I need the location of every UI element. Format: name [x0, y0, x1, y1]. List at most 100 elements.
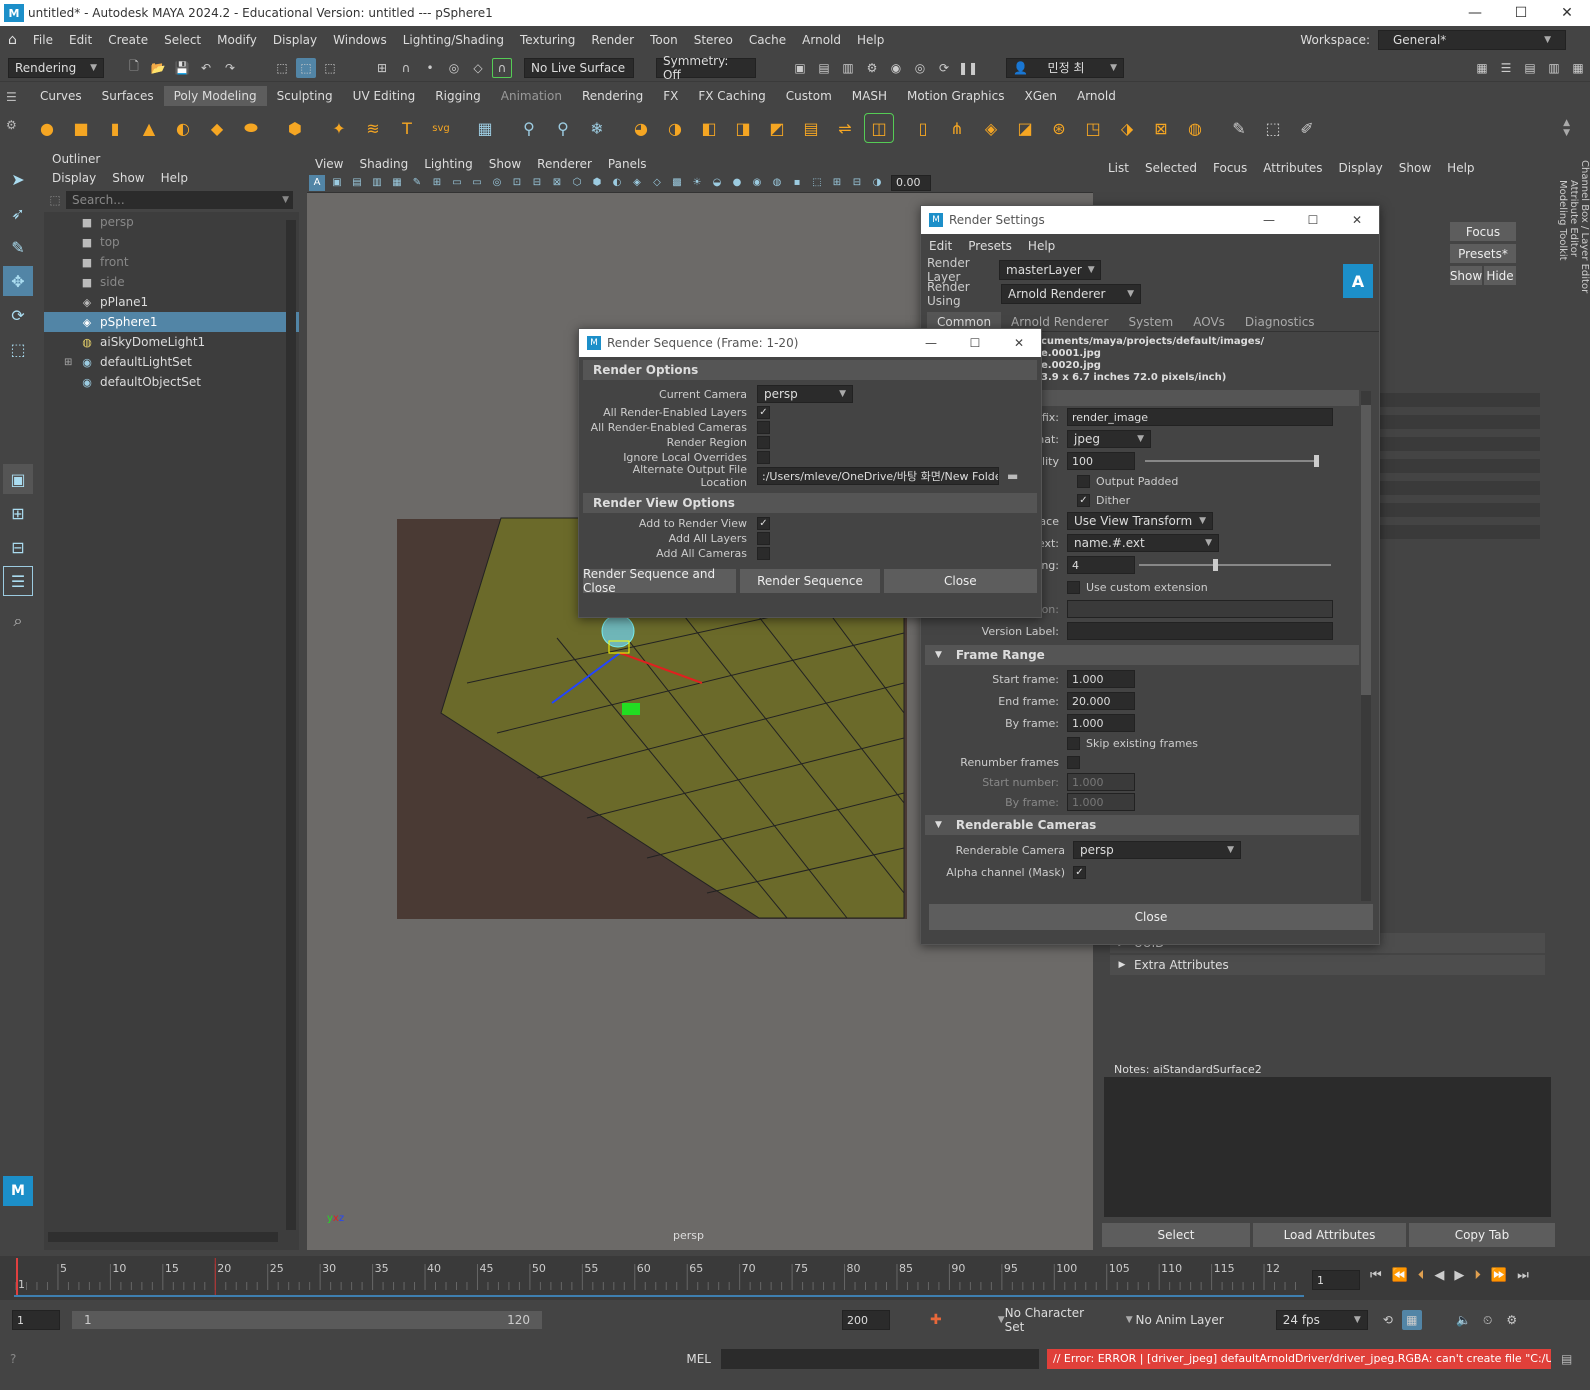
smooth-icon[interactable]: ◕	[626, 113, 656, 143]
outliner-item[interactable]: ◍ aiSkyDomeLight1	[44, 332, 299, 352]
side-tab-modeling-toolkit[interactable]: Modeling Toolkit	[1557, 180, 1568, 280]
outliner-item[interactable]: ◈ pPlane1	[44, 292, 299, 312]
shelf-tab-curves[interactable]: Curves	[30, 86, 92, 106]
menu-display[interactable]: Display	[265, 33, 325, 47]
command-result-error[interactable]: // Error: ERROR | [driver_jpeg] defaultA…	[1047, 1349, 1551, 1369]
menuset-dropdown[interactable]: Rendering ▼	[8, 57, 104, 78]
menu-render[interactable]: Render	[583, 33, 642, 47]
ae-slider-row[interactable]	[1360, 525, 1540, 539]
ae-menu-attributes[interactable]: Attributes	[1255, 155, 1330, 181]
minimize-button[interactable]: —	[1452, 5, 1498, 21]
alpha-checkbox[interactable]: ✓	[1073, 865, 1086, 879]
rs-tab-aovs[interactable]: AOVs	[1183, 312, 1235, 332]
two-view-icon[interactable]: ⊟	[3, 532, 33, 562]
extension-field[interactable]	[1067, 600, 1333, 618]
field-chart-icon[interactable]: ⊡	[509, 175, 525, 191]
load-attributes-button[interactable]: Load Attributes	[1253, 1223, 1406, 1247]
step-forward-key-icon[interactable]: ⏩	[1491, 1268, 1507, 1283]
xray-joints-icon[interactable]: ⊞	[829, 175, 845, 191]
xray-icon[interactable]: ◇	[649, 175, 665, 191]
shelf-tab-poly-modeling[interactable]: Poly Modeling	[163, 86, 267, 106]
scale-tool-icon[interactable]: ⬚	[3, 334, 33, 364]
ae-section-extra[interactable]: ▶ Extra Attributes	[1110, 955, 1545, 975]
rs-menu-edit[interactable]: Edit	[921, 239, 960, 253]
vp-menu-lighting[interactable]: Lighting	[416, 155, 481, 173]
rs-scrollbar[interactable]	[1361, 391, 1371, 901]
select-tool-icon[interactable]: ➤	[3, 164, 33, 194]
snap-curve-icon[interactable]: ∩	[396, 58, 416, 78]
home-icon[interactable]: ⌂	[0, 32, 25, 48]
current-camera-dropdown[interactable]: persp ▼	[757, 385, 853, 403]
poly-sphere-icon[interactable]: ●	[32, 113, 62, 143]
render-settings-icon[interactable]: ⚙	[862, 58, 882, 78]
prev-key-icon[interactable]: ⏴	[1418, 1268, 1425, 1283]
outliner-item[interactable]: ◈ pSphere1	[44, 312, 299, 332]
quadrangulate-icon[interactable]: ◍	[1180, 113, 1210, 143]
render-view-icon[interactable]: ▣	[790, 58, 810, 78]
shelf-tab-custom[interactable]: Custom	[776, 86, 842, 106]
menu-edit[interactable]: Edit	[61, 33, 100, 47]
rs-tab-diagnostics[interactable]: Diagnostics	[1235, 312, 1325, 332]
play-forward-icon[interactable]: ▶	[1454, 1268, 1464, 1283]
outliner-menu-show[interactable]: Show	[104, 171, 152, 185]
antialias-icon[interactable]: ◍	[769, 175, 785, 191]
shelf-tab-mash[interactable]: MASH	[842, 86, 897, 106]
script-editor-icon[interactable]: ▤	[1561, 1352, 1572, 1366]
separate-icon[interactable]: ⚲	[548, 113, 578, 143]
rotate-tool-icon[interactable]: ⟳	[3, 300, 33, 330]
platonic-icon[interactable]: ⬢	[280, 113, 310, 143]
poly-plane-icon[interactable]: ◆	[202, 113, 232, 143]
frame-ext-dropdown[interactable]: name.#.ext ▼	[1067, 534, 1219, 552]
menu-create[interactable]: Create	[100, 33, 156, 47]
padding-field[interactable]: 4	[1067, 556, 1135, 574]
expand-icon[interactable]: ⊞	[64, 357, 80, 368]
ignore-overrides-checkbox[interactable]	[757, 451, 770, 464]
outliner-item[interactable]: ◉ defaultObjectSet	[44, 372, 299, 392]
command-input[interactable]	[721, 1349, 1039, 1369]
rs-close-button[interactable]: Close	[929, 904, 1373, 930]
output-padded-checkbox[interactable]	[1077, 475, 1090, 488]
renumber-checkbox[interactable]	[1067, 755, 1080, 769]
key-icon[interactable]: ✚	[930, 1312, 942, 1328]
bookmark-icon[interactable]: ▤	[349, 175, 365, 191]
shelf-tab-uv-editing[interactable]: UV Editing	[343, 86, 426, 106]
range-slider[interactable]: 1 120	[72, 1311, 542, 1329]
render-options-section[interactable]: Render Options	[583, 360, 1037, 380]
start-time-field[interactable]: 1	[12, 1310, 60, 1330]
renderable-camera-dropdown[interactable]: persp ▼	[1073, 841, 1241, 859]
poly-cone-icon[interactable]: ▲	[134, 113, 164, 143]
hypershade-icon[interactable]: ◉	[886, 58, 906, 78]
layout-icon[interactable]: ▦	[1472, 58, 1492, 78]
ae-menu-show[interactable]: Show	[1391, 155, 1439, 181]
render-sequence-button[interactable]: Render Sequence	[740, 569, 880, 593]
menu-windows[interactable]: Windows	[325, 33, 395, 47]
workspace-dropdown[interactable]: General* ▼	[1378, 30, 1566, 50]
ae-menu-help[interactable]: Help	[1439, 155, 1482, 181]
safe-action-icon[interactable]: ⊟	[529, 175, 545, 191]
minimize-button[interactable]: —	[909, 336, 953, 350]
shelf-tab-animation[interactable]: Animation	[491, 86, 572, 106]
select-camera-icon[interactable]: A	[309, 174, 325, 191]
outliner-scrollbar[interactable]	[286, 220, 296, 1230]
camera-attributes-icon[interactable]: ▣	[329, 175, 345, 191]
presets-button[interactable]: Presets*	[1450, 244, 1516, 263]
render-layer-dropdown[interactable]: masterLayer ▼	[999, 260, 1101, 280]
loop-icon[interactable]: ⟲	[1378, 1310, 1398, 1330]
mirror-icon[interactable]: ◑	[660, 113, 690, 143]
magnet-icon[interactable]: ∩	[492, 57, 512, 78]
bool-intersect-icon[interactable]: ◩	[762, 113, 792, 143]
ae-menu-display[interactable]: Display	[1331, 155, 1391, 181]
move-tool-icon[interactable]: ✥	[3, 266, 33, 296]
ipr-render-icon[interactable]: ▥	[838, 58, 858, 78]
outliner-layout-icon[interactable]: ☰	[3, 566, 33, 596]
play-backward-icon[interactable]: ◀	[1434, 1268, 1444, 1283]
target-weld-icon[interactable]: ⋔	[942, 113, 972, 143]
vp-menu-show[interactable]: Show	[481, 155, 529, 173]
quality-field[interactable]: 100	[1067, 452, 1135, 470]
select-button[interactable]: Select	[1102, 1223, 1250, 1247]
freeze-icon[interactable]: ❄	[582, 113, 612, 143]
time-slider[interactable]: 1 5 10 15 20 25 30 35 40 45 50 55 60 65 70 75 80 85 90 95 10…	[0, 1256, 1590, 1300]
menu-stereo[interactable]: Stereo	[686, 33, 741, 47]
vp-menu-shading[interactable]: Shading	[351, 155, 416, 173]
notes-textarea[interactable]	[1104, 1077, 1551, 1217]
